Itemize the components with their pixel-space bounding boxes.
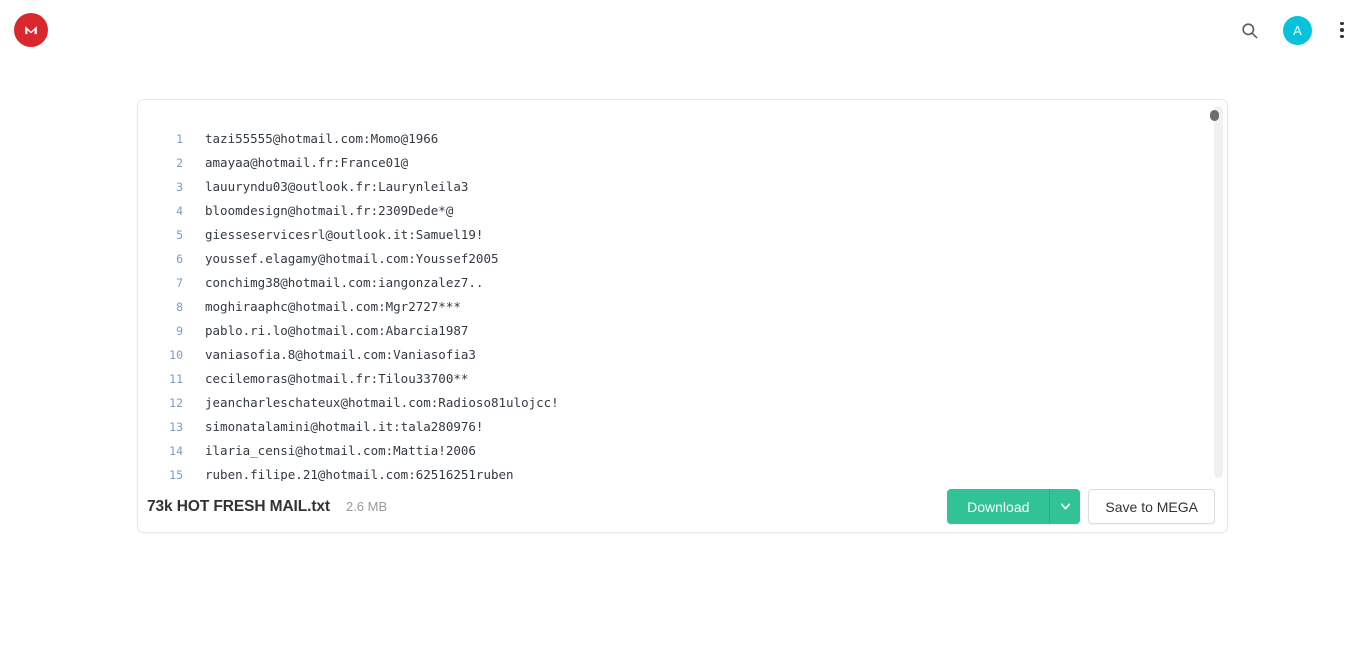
line-number: 4 bbox=[176, 204, 183, 218]
line-number: 13 bbox=[169, 420, 183, 434]
search-icon bbox=[1241, 22, 1257, 38]
code-content: 1 tazi55555@hotmail.com:Momo@1966 2 amayaa@… bbox=[138, 127, 559, 482]
line-text: simonatalamini@hotmail.it:tala280976! bbox=[205, 419, 484, 434]
code-line: 3 lauuryndu03@outlook.fr:Laurynleila3 bbox=[138, 175, 559, 199]
code-line: 7 conchimg38@hotmail.com:iangonzalez7.. bbox=[138, 271, 559, 295]
line-number: 3 bbox=[176, 180, 183, 194]
avatar-initial: A bbox=[1293, 22, 1302, 38]
line-text: cecilemoras@hotmail.fr:Tilou33700** bbox=[205, 371, 469, 386]
code-line: 6 youssef.elagamy@hotmail.com:Youssef2005 bbox=[138, 247, 559, 271]
text-file-viewer[interactable]: 1 tazi55555@hotmail.com:Momo@1966 2 amayaa@… bbox=[138, 100, 1227, 483]
mega-logo-m-icon bbox=[25, 26, 37, 35]
header-actions: A bbox=[1234, 0, 1353, 60]
line-number: 11 bbox=[169, 372, 183, 386]
app-header: A bbox=[0, 0, 1365, 60]
search-button[interactable] bbox=[1234, 15, 1264, 45]
line-text: giesseservicesrl@outlook.it:Samuel19! bbox=[205, 227, 484, 242]
download-button[interactable]: Download bbox=[947, 489, 1050, 524]
file-size: 2.6 MB bbox=[345, 499, 388, 514]
line-text: lauuryndu03@outlook.fr:Laurynleila3 bbox=[205, 179, 469, 194]
line-text: bloomdesign@hotmail.fr:2309Dede*@ bbox=[205, 203, 454, 218]
line-text: conchimg38@hotmail.com:iangonzalez7.. bbox=[205, 275, 484, 290]
line-number: 10 bbox=[169, 348, 183, 362]
file-name: 73k HOT FRESH MAIL.txt bbox=[147, 497, 330, 515]
chevron-down-icon bbox=[1060, 503, 1071, 510]
line-number: 15 bbox=[169, 468, 183, 482]
file-action-bar: 73k HOT FRESH MAIL.txt 2.6 MB Download S… bbox=[138, 481, 1227, 532]
save-to-mega-button[interactable]: Save to MEGA bbox=[1088, 489, 1215, 524]
code-line: 14 ilaria_censi@hotmail.com:Mattia!2006 bbox=[138, 439, 559, 463]
line-text: pablo.ri.lo@hotmail.com:Abarcia1987 bbox=[205, 323, 469, 338]
viewer-scrollbar-track[interactable] bbox=[1210, 106, 1223, 478]
line-number: 5 bbox=[176, 228, 183, 242]
line-number: 12 bbox=[169, 396, 183, 410]
line-text: moghiraaphc@hotmail.com:Mgr2727*** bbox=[205, 299, 461, 314]
line-text: tazi55555@hotmail.com:Momo@1966 bbox=[205, 131, 439, 146]
code-line: 10 vaniasofia.8@hotmail.com:Vaniasofia3 bbox=[138, 343, 559, 367]
viewer-scrollbar-thumb[interactable] bbox=[1210, 110, 1219, 121]
avatar[interactable]: A bbox=[1283, 15, 1312, 45]
more-vertical-icon[interactable] bbox=[1331, 17, 1353, 43]
line-text: youssef.elagamy@hotmail.com:Youssef2005 bbox=[205, 251, 499, 266]
line-number: 8 bbox=[176, 300, 183, 314]
line-number: 7 bbox=[176, 276, 183, 290]
code-line: 11 cecilemoras@hotmail.fr:Tilou33700** bbox=[138, 367, 559, 391]
line-number: 6 bbox=[176, 252, 183, 266]
menu-dot bbox=[1340, 21, 1344, 26]
line-number: 9 bbox=[176, 324, 183, 338]
mega-logo[interactable] bbox=[14, 13, 48, 47]
line-text: jeancharleschateux@hotmail.com:Radioso81… bbox=[205, 395, 559, 410]
code-line: 8 moghiraaphc@hotmail.com:Mgr2727*** bbox=[138, 295, 559, 319]
code-line: 2 amayaa@hotmail.fr:France01@ bbox=[138, 151, 559, 175]
code-line: 5 giesseservicesrl@outlook.it:Samuel19! bbox=[138, 223, 559, 247]
code-line: 15 ruben.filipe.21@hotmail.com:62516251ru… bbox=[138, 463, 559, 482]
line-number: 2 bbox=[176, 156, 183, 170]
line-number: 1 bbox=[176, 132, 183, 146]
line-number: 14 bbox=[169, 444, 183, 458]
menu-dot bbox=[1340, 28, 1344, 32]
line-text: ruben.filipe.21@hotmail.com:62516251rube… bbox=[205, 467, 514, 482]
code-line: 4 bloomdesign@hotmail.fr:2309Dede*@ bbox=[138, 199, 559, 223]
code-line: 12 jeancharleschateux@hotmail.com:Radioso… bbox=[138, 391, 559, 415]
download-options-button[interactable] bbox=[1050, 489, 1081, 524]
download-button-group: Download bbox=[947, 489, 1081, 524]
menu-dot bbox=[1340, 34, 1344, 39]
code-line: 1 tazi55555@hotmail.com:Momo@1966 bbox=[138, 127, 559, 151]
file-preview-card: 1 tazi55555@hotmail.com:Momo@1966 2 amayaa@… bbox=[137, 99, 1228, 533]
line-text: ilaria_censi@hotmail.com:Mattia!2006 bbox=[205, 443, 476, 458]
code-line: 9 pablo.ri.lo@hotmail.com:Abarcia1987 bbox=[138, 319, 559, 343]
code-line: 13 simonatalamini@hotmail.it:tala280976! bbox=[138, 415, 559, 439]
line-text: vaniasofia.8@hotmail.com:Vaniasofia3 bbox=[205, 347, 476, 362]
line-text: amayaa@hotmail.fr:France01@ bbox=[205, 155, 409, 170]
